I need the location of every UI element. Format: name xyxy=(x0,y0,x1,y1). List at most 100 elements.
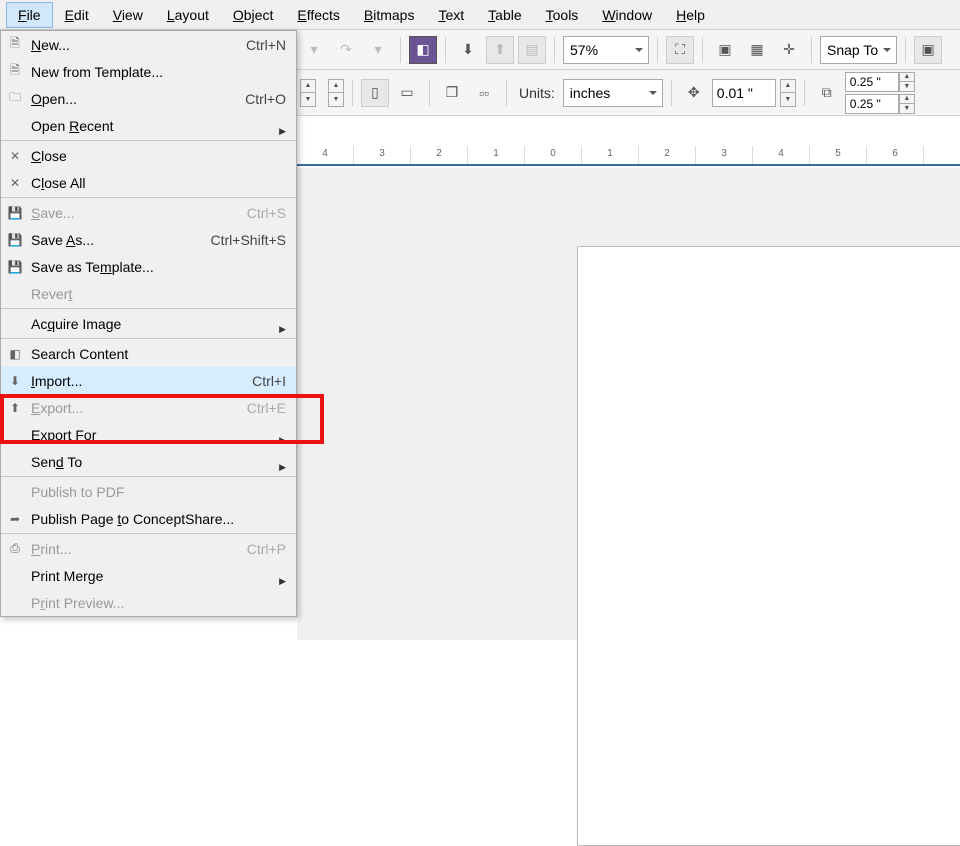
separator xyxy=(657,37,658,63)
duplicate-x-spin[interactable]: ▲▼ xyxy=(899,72,915,92)
all-pages-icon[interactable]: ❐ xyxy=(438,79,466,107)
ruler-tick: 3 xyxy=(696,146,753,164)
options-icon[interactable]: ▣ xyxy=(914,36,942,64)
menu-separator xyxy=(1,140,296,141)
separator xyxy=(445,37,446,63)
zoom-select[interactable]: 57% xyxy=(563,36,649,64)
menu-separator xyxy=(1,308,296,309)
menu-item-close-all[interactable]: ✕Close All xyxy=(1,169,296,196)
publish-pdf-icon: ▤ xyxy=(518,36,546,64)
nudge-icon: ✥ xyxy=(680,79,708,107)
menu-table[interactable]: Table xyxy=(476,2,533,28)
ruler-tick: 4 xyxy=(297,146,354,164)
ruler-tick: 0 xyxy=(525,146,582,164)
menu-item-send-to[interactable]: Send To xyxy=(1,448,296,475)
duplicate-distance-icon: ⧉ xyxy=(813,79,841,107)
canvas-area[interactable] xyxy=(297,168,960,640)
menu-item-label: Print... xyxy=(31,541,71,557)
menu-item-label: Close All xyxy=(31,175,86,191)
menu-separator xyxy=(1,476,296,477)
save-icon: 💾 xyxy=(7,232,23,248)
menu-item-label: Open... xyxy=(31,91,77,107)
menu-item-close[interactable]: ✕Close xyxy=(1,142,296,169)
separator xyxy=(905,37,906,63)
menu-item-label: New... xyxy=(31,37,70,53)
menu-layout[interactable]: Layout xyxy=(155,2,221,28)
menu-item-label: Publish Page to ConceptShare... xyxy=(31,511,234,527)
menu-item-label: Acquire Image xyxy=(31,316,121,332)
nudge-value: 0.01 " xyxy=(717,85,753,101)
menu-item-label: Save As... xyxy=(31,232,94,248)
portrait-icon[interactable]: ▯ xyxy=(361,79,389,107)
menu-item-label: Save as Template... xyxy=(31,259,154,275)
fullscreen-icon[interactable]: ⛶ xyxy=(666,36,694,64)
menu-file[interactable]: File xyxy=(6,2,53,28)
menubar: FileEditViewLayoutObjectEffectsBitmapsTe… xyxy=(0,0,960,30)
menu-item-new[interactable]: 🗎 New... Ctrl+N xyxy=(1,31,296,58)
doc-icon: 🗎 xyxy=(7,37,23,53)
menu-item-shortcut: Ctrl+N xyxy=(246,37,286,53)
menu-item-label: Print Merge xyxy=(31,568,103,584)
menu-item-new-from-template[interactable]: 🗎New from Template... xyxy=(1,58,296,85)
menu-item-import[interactable]: ⬇Import...Ctrl+I xyxy=(1,367,296,394)
page-width-spin[interactable]: ▲▼ xyxy=(300,79,316,107)
menu-item-save-as[interactable]: 💾Save As...Ctrl+Shift+S xyxy=(1,226,296,253)
document-page[interactable] xyxy=(577,246,960,846)
menu-item-publish-to-pdf: Publish to PDF xyxy=(1,478,296,505)
menu-item-label: Search Content xyxy=(31,346,128,362)
file-menu-dropdown: 🗎New...Ctrl+N🗎New from Template...🗀Open.… xyxy=(0,30,297,617)
menu-view[interactable]: View xyxy=(101,2,155,28)
separator xyxy=(804,80,805,106)
current-page-icon[interactable]: ▫▫ xyxy=(470,79,498,107)
units-select[interactable]: inches xyxy=(563,79,663,107)
page-height-spin[interactable]: ▲▼ xyxy=(328,79,344,107)
menu-bitmaps[interactable]: Bitmaps xyxy=(352,2,427,28)
share-icon: ➦ xyxy=(7,511,23,527)
menu-effects[interactable]: Effects xyxy=(285,2,352,28)
horizontal-ruler: 43210123456 xyxy=(297,146,960,166)
menu-edit[interactable]: Edit xyxy=(53,2,101,28)
menu-item-label: Open Recent xyxy=(31,118,114,134)
duplicate-y-spin[interactable]: ▲▼ xyxy=(899,94,915,114)
menu-item-search-content[interactable]: ◧Search Content xyxy=(1,340,296,367)
menu-item-label: New from Template... xyxy=(31,64,163,80)
nudge-spin[interactable]: ▲▼ xyxy=(780,79,796,107)
menu-item-label: Save... xyxy=(31,205,75,221)
menu-item-print-merge[interactable]: Print Merge xyxy=(1,562,296,589)
menu-item-label: Export For xyxy=(31,427,96,443)
menu-object[interactable]: Object xyxy=(221,2,285,28)
menu-help[interactable]: Help xyxy=(664,2,717,28)
save-icon: 💾 xyxy=(7,205,23,221)
menu-item-publish-page-to-conceptshare[interactable]: ➦ Publish Page to ConceptShare... xyxy=(1,505,296,532)
landscape-icon[interactable]: ▭ xyxy=(393,79,421,107)
menu-text[interactable]: Text xyxy=(426,2,476,28)
guidelines-icon[interactable]: ✛ xyxy=(775,36,803,64)
separator xyxy=(702,37,703,63)
menu-item-acquire-image[interactable]: Acquire Image xyxy=(1,310,296,337)
ruler-tick: 5 xyxy=(810,146,867,164)
duplicate-y-input[interactable]: 0.25 " xyxy=(845,94,899,114)
grid-icon[interactable]: ▦ xyxy=(743,36,771,64)
redo-icon: ↷ xyxy=(332,36,360,64)
menu-window[interactable]: Window xyxy=(590,2,664,28)
undo-dropdown-icon: ▾ xyxy=(300,36,328,64)
menu-item-export-for[interactable]: Export For xyxy=(1,421,296,448)
snap-to-select[interactable]: Snap To xyxy=(820,36,897,64)
menu-item-open-recent[interactable]: Open Recent xyxy=(1,112,296,139)
rulers-icon[interactable]: ▣ xyxy=(711,36,739,64)
menu-item-save-as-template[interactable]: 💾Save as Template... xyxy=(1,253,296,280)
separator xyxy=(400,37,401,63)
menu-tools[interactable]: Tools xyxy=(534,2,591,28)
ruler-tick: 1 xyxy=(582,146,639,164)
ruler-tick: 2 xyxy=(411,146,468,164)
menu-item-label: Revert xyxy=(31,286,72,302)
ruler-tick: 6 xyxy=(867,146,924,164)
import-icon[interactable]: ⬇ xyxy=(454,36,482,64)
search-content-icon[interactable]: ◧ xyxy=(409,36,437,64)
menu-item-shortcut: Ctrl+O xyxy=(245,91,286,107)
ruler-tick: 1 xyxy=(468,146,525,164)
duplicate-x-input[interactable]: 0.25 " xyxy=(845,72,899,92)
units-label: Units: xyxy=(515,85,559,101)
nudge-input[interactable]: 0.01 " xyxy=(712,79,776,107)
menu-item-open[interactable]: 🗀Open...Ctrl+O xyxy=(1,85,296,112)
